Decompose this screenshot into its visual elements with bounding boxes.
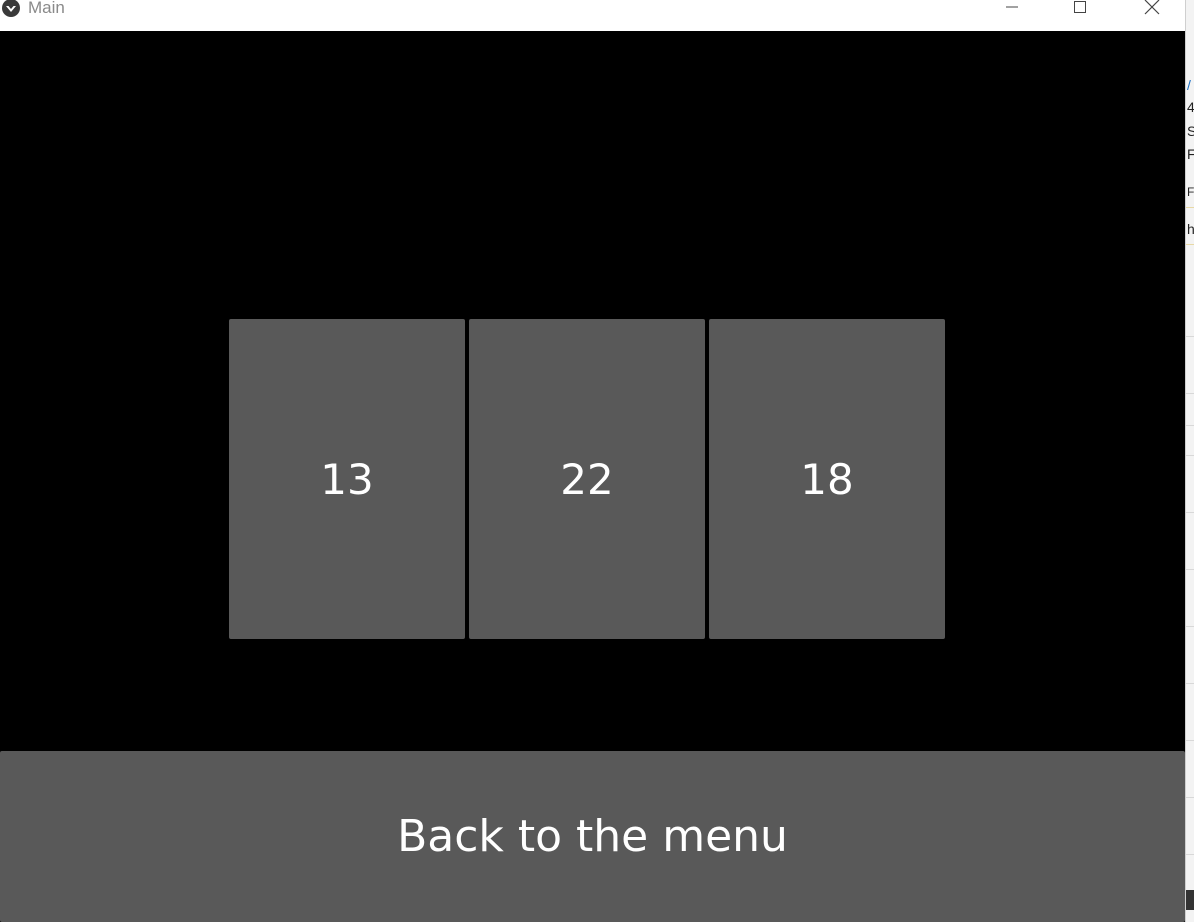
strip-divider — [1186, 569, 1194, 570]
strip-divider — [1186, 683, 1194, 684]
maximize-icon — [1074, 1, 1086, 13]
strip-scroll-thumb — [1186, 890, 1194, 910]
background-glyph: S — [1187, 124, 1194, 138]
background-glyph: Fi — [1187, 147, 1194, 161]
strip-divider — [1186, 626, 1194, 627]
back-to-menu-label: Back to the menu — [397, 811, 788, 862]
strip-divider — [1186, 244, 1194, 245]
number-card-2[interactable]: 22 — [469, 319, 705, 639]
window-title: Main — [28, 0, 65, 17]
maximize-button[interactable] — [1057, 0, 1103, 22]
strip-divider — [1186, 455, 1194, 456]
strip-divider — [1186, 393, 1194, 394]
back-to-menu-button[interactable]: Back to the menu — [0, 751, 1185, 922]
strip-divider — [1186, 512, 1194, 513]
strip-divider — [1186, 797, 1194, 798]
minimize-icon — [1006, 6, 1018, 8]
minimize-button[interactable] — [989, 0, 1035, 22]
close-icon — [1144, 0, 1160, 15]
number-card-3[interactable]: 18 — [709, 319, 945, 639]
background-glyph: h — [1187, 222, 1194, 236]
strip-divider — [1186, 207, 1194, 208]
number-card-label: 18 — [800, 454, 854, 504]
number-card-1[interactable]: 13 — [229, 319, 465, 639]
strip-divider — [1186, 854, 1194, 855]
number-card-label: 22 — [560, 454, 614, 504]
background-glyph: / — [1187, 77, 1191, 93]
kivy-logo-icon — [2, 0, 20, 17]
window-titlebar[interactable]: Main — [0, 0, 1185, 31]
app-canvas: 13 22 18 Back to the menu — [0, 31, 1185, 922]
background-glyph: F — [1187, 185, 1194, 199]
close-button[interactable] — [1129, 0, 1175, 22]
number-card-label: 13 — [320, 454, 374, 504]
background-window-edge: / 4 S Fi F h — [1185, 0, 1194, 922]
background-glyph: 4 — [1187, 100, 1194, 114]
strip-divider — [1186, 336, 1194, 337]
screen: Main 13 22 18 Back to the menu / F — [0, 0, 1194, 922]
strip-divider — [1186, 740, 1194, 741]
strip-divider — [1186, 425, 1194, 426]
